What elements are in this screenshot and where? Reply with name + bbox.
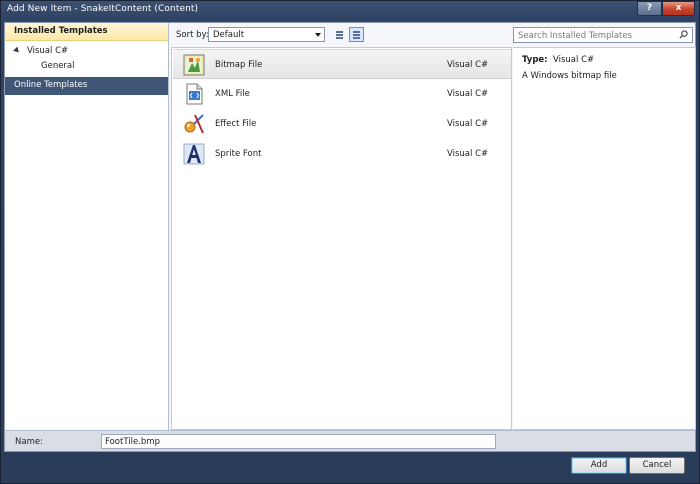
template-details-pane: Type: Visual C# A Windows bitmap file <box>513 47 696 430</box>
window-title: Add New Item - SnakeItContent (Content) <box>7 4 199 14</box>
template-item-effect-file[interactable]: Effect File Visual C# <box>173 109 511 139</box>
template-name: Bitmap File <box>215 60 263 70</box>
template-language: Visual C# <box>447 119 489 129</box>
medium-icons-view-button[interactable] <box>349 27 364 42</box>
tree-item-label: General <box>41 61 75 71</box>
template-language: Visual C# <box>447 60 489 70</box>
help-button[interactable]: ? <box>637 1 662 16</box>
template-language: Visual C# <box>447 149 489 159</box>
installed-templates-header[interactable]: Installed Templates <box>5 23 168 41</box>
tree-item-general[interactable]: General <box>5 60 168 74</box>
search-placeholder: Search Installed Templates <box>518 31 633 41</box>
online-templates-header[interactable]: Online Templates <box>5 77 168 95</box>
name-row: Name: FootTile.bmp <box>5 430 695 451</box>
dialog-content: Installed Templates Visual C# General On… <box>4 22 696 452</box>
title-bar[interactable]: Add New Item - SnakeItContent (Content) … <box>1 1 699 19</box>
cancel-button[interactable]: Cancel <box>629 457 685 474</box>
chevron-down-icon <box>315 33 321 37</box>
template-name: XML File <box>215 89 250 99</box>
template-item-sprite-font[interactable]: Sprite Font Visual C# <box>173 139 511 169</box>
type-label: Type: <box>522 55 548 65</box>
template-type: Type: Visual C# <box>522 55 594 65</box>
template-name: Sprite Font <box>215 149 262 159</box>
bitmap-icon <box>183 54 205 76</box>
small-icons-view-button[interactable] <box>332 27 347 42</box>
tree-item-label: Visual C# <box>27 46 69 56</box>
name-label: Name: <box>15 437 43 447</box>
template-list: Bitmap File Visual C# XML File Visual C# <box>171 47 512 430</box>
add-button[interactable]: Add <box>571 457 627 474</box>
type-value: Visual C# <box>553 55 595 65</box>
xml-file-icon <box>186 83 203 105</box>
close-button[interactable]: x <box>662 1 695 16</box>
template-categories-pane: Installed Templates Visual C# General On… <box>5 23 169 430</box>
search-icon[interactable] <box>679 30 688 39</box>
template-item-bitmap-file[interactable]: Bitmap File Visual C# <box>173 49 511 79</box>
add-new-item-dialog: Add New Item - SnakeItContent (Content) … <box>0 0 700 484</box>
list-toolbar: Sort by: Default <box>171 23 511 47</box>
effect-file-icon <box>184 114 204 134</box>
template-description: A Windows bitmap file <box>522 71 617 81</box>
sprite-font-icon <box>183 143 205 165</box>
tree-item-visual-csharp[interactable]: Visual C# <box>5 45 168 59</box>
name-input[interactable]: FootTile.bmp <box>101 434 496 449</box>
template-language: Visual C# <box>447 89 489 99</box>
search-templates-input[interactable]: Search Installed Templates <box>513 27 693 43</box>
sort-by-value: Default <box>213 30 245 40</box>
tree-expand-icon[interactable] <box>13 46 21 55</box>
template-name: Effect File <box>215 119 257 129</box>
sort-by-label: Sort by: <box>176 30 209 40</box>
sort-by-dropdown[interactable]: Default <box>208 27 325 42</box>
template-item-xml-file[interactable]: XML File Visual C# <box>173 79 511 109</box>
